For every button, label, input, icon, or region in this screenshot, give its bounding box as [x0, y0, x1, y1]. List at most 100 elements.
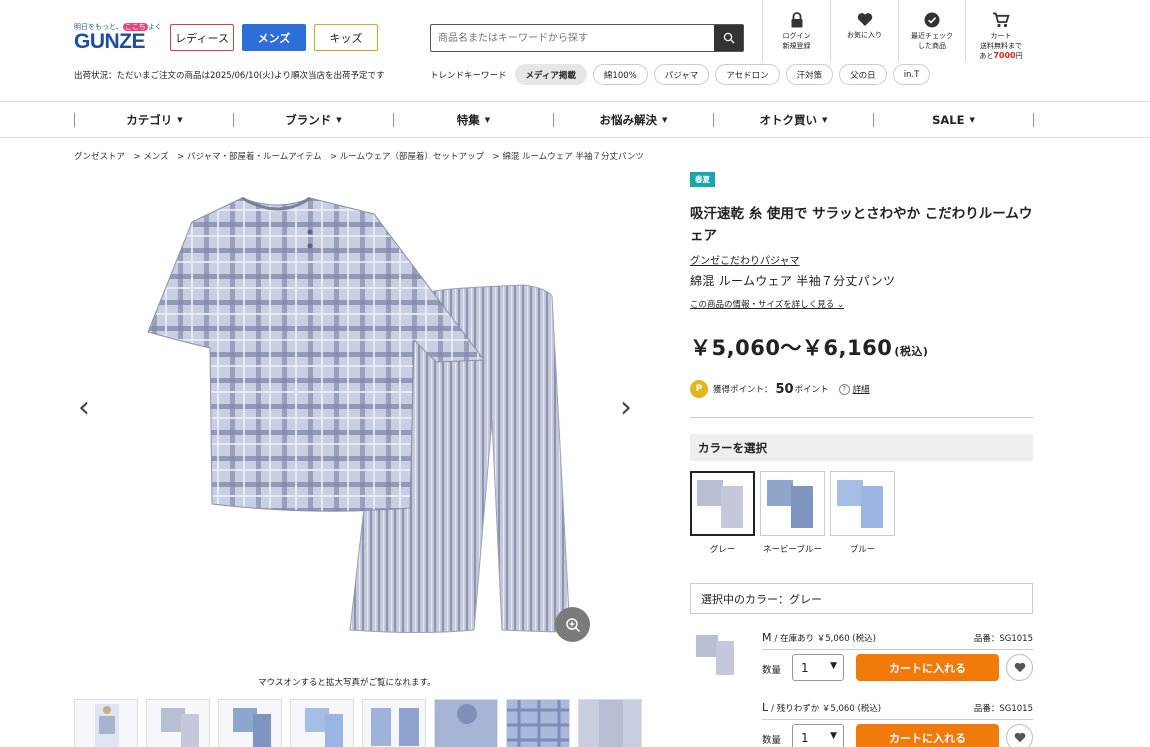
mens-tab-button[interactable]: メンズ	[242, 24, 306, 51]
search-icon	[723, 32, 734, 44]
season-badge: 春夏	[690, 172, 715, 187]
favorite-button[interactable]	[1006, 654, 1033, 681]
add-to-cart-button[interactable]: カートに入れる	[856, 654, 999, 681]
chevron-down-icon: ▼	[830, 731, 837, 741]
quantity-select[interactable]: 1 ▼	[792, 724, 844, 747]
nav-item-solutions[interactable]: お悩み解決 ▼	[554, 102, 713, 137]
trend-keyword[interactable]: メディア掲載	[514, 64, 587, 85]
prev-image-arrow[interactable]: ‹	[78, 390, 90, 425]
nav-item-category[interactable]: カテゴリ ▼	[75, 102, 234, 137]
breadcrumb[interactable]: グンゼストア > メンズ > パジャマ・部屋着・ルームアイテム > ルームウェア…	[74, 150, 644, 162]
points-icon: P	[690, 380, 708, 398]
divider	[690, 417, 1033, 418]
help-icon: ?	[838, 383, 850, 395]
search-box	[430, 24, 744, 52]
series-link[interactable]: グンゼこだわりパジャマ	[690, 252, 800, 267]
product-name: 綿混 ルームウェア 半袖７分丈パンツ	[690, 274, 896, 288]
product-title: 吸汗速乾 糸 使用で サラッとさわやか こだわりルームウェア	[690, 206, 1033, 244]
product-main-image[interactable]	[74, 170, 640, 664]
zoom-button[interactable]	[555, 607, 590, 642]
trend-keyword[interactable]: パジャマ	[653, 64, 710, 85]
recent-label-2: した商品	[918, 42, 946, 50]
points-value: 50	[775, 381, 794, 397]
heart-icon	[1014, 662, 1025, 673]
thumbnail[interactable]	[578, 699, 642, 747]
ladies-tab-button[interactable]: レディース	[170, 24, 234, 51]
search-input[interactable]	[431, 25, 714, 51]
next-image-arrow[interactable]: ›	[620, 390, 632, 425]
quantity-label: 数量	[762, 735, 782, 746]
thumbnail[interactable]	[506, 699, 570, 747]
favorites-button[interactable]: お気に入り	[830, 0, 898, 62]
cart-icon	[993, 12, 1010, 28]
free-shipping-text: 送料無料まで	[980, 42, 1022, 50]
login-button[interactable]: ログイン 新規登録	[762, 0, 830, 62]
trend-keyword[interactable]: in.T	[892, 64, 931, 85]
nav-divider	[1033, 113, 1034, 127]
zoom-in-icon	[565, 617, 580, 632]
thumbnail[interactable]	[74, 699, 138, 747]
heart-icon	[857, 13, 872, 26]
nav-item-deals[interactable]: オトク買い ▼	[714, 102, 873, 137]
divider	[762, 649, 1033, 650]
kids-tab-button[interactable]: キッズ	[314, 24, 378, 51]
points-detail-link[interactable]: 詳細	[853, 383, 870, 395]
color-swatch-blue[interactable]	[830, 471, 895, 536]
trend-keywords: トレンドキーワード メディア掲載 綿100% パジャマ アセドロン 汗対策 父の…	[430, 64, 931, 85]
thumbnail[interactable]	[218, 699, 282, 747]
nav-item-feature[interactable]: 特集 ▼	[394, 102, 553, 137]
favorite-button[interactable]	[1006, 724, 1033, 747]
free-shipping-remaining: あと7000円	[979, 51, 1023, 60]
recently-viewed-button[interactable]: 最近チェック した商品	[898, 0, 966, 62]
caret-down-icon: ▼	[969, 115, 975, 124]
login-label-1: ログイン	[782, 32, 811, 40]
cart-label: カート	[990, 32, 1012, 40]
trend-keyword[interactable]: 綿100%	[592, 64, 648, 85]
price-tax-label: (税込)	[894, 345, 929, 358]
divider	[762, 719, 1033, 720]
caret-down-icon: ▼	[336, 115, 342, 124]
lock-icon	[791, 12, 802, 28]
heart-icon	[1014, 732, 1025, 743]
shipping-status: 出荷状況：ただいまご注文の商品は2025/06/10(火)より順次当店を出荷予定…	[74, 71, 385, 81]
variant-size-stock: M / 在庫あり ￥5,060 (税込)	[762, 631, 876, 644]
gunze-logo[interactable]: 明日をもっと、 ここち よく GUNZE	[74, 22, 162, 53]
color-swatch-gray[interactable]	[690, 471, 755, 536]
thumbnail[interactable]	[362, 699, 426, 747]
points-unit: ポイント	[794, 385, 829, 395]
thumbnail[interactable]	[290, 699, 354, 747]
trend-label: トレンドキーワード	[430, 70, 507, 81]
caret-down-icon: ▼	[484, 115, 491, 124]
add-to-cart-button[interactable]: カートに入れる	[856, 724, 999, 747]
mouseover-hint: マウスオンすると拡大写真がご覧になれます。	[258, 678, 436, 688]
variant-sku: 品番：SG1015	[973, 634, 1033, 644]
quantity-select[interactable]: 1 ▼	[792, 654, 844, 681]
logo-text: GUNZE	[74, 30, 146, 53]
thumbnail[interactable]	[434, 699, 498, 747]
detail-link[interactable]: この商品の情報・サイズを詳しく見る ⌄	[690, 298, 844, 310]
color-swatch-navy-blue[interactable]	[760, 471, 825, 536]
search-button[interactable]	[714, 25, 743, 51]
nav-item-brand[interactable]: ブランド ▼	[234, 102, 393, 137]
login-label-2: 新規登録	[782, 42, 811, 50]
trend-keyword[interactable]: アセドロン	[715, 64, 780, 85]
color-label: ネービーブルー	[763, 545, 822, 555]
color-label: グレー	[709, 545, 736, 555]
recent-label-1: 最近チェック	[911, 32, 953, 40]
variant-sku: 品番：SG1015	[973, 704, 1033, 714]
trend-keyword[interactable]: 汗対策	[785, 64, 834, 85]
product-price: ￥5,060～￥6,160 (税込)	[690, 336, 929, 360]
nav-item-sale[interactable]: SALE ▼	[874, 102, 1033, 137]
thumbnail[interactable]	[146, 699, 210, 747]
caret-down-icon: ▼	[822, 115, 828, 124]
trend-keyword[interactable]: 父の日	[839, 64, 887, 85]
header-icons: ログイン 新規登録 お気に入り 最近チェック した商品	[762, 0, 966, 62]
cart-button[interactable]: カート 送料無料まで あと7000円	[974, 12, 1028, 61]
thumbnail-strip	[74, 699, 642, 747]
chevron-down-icon: ▼	[830, 661, 837, 671]
caret-down-icon: ▼	[177, 115, 183, 124]
check-circle-icon	[924, 12, 940, 28]
color-heading: カラーを選択	[690, 434, 1033, 461]
quantity-label: 数量	[762, 665, 782, 676]
product-page: 明日をもっと、 ここち よく GUNZE レディース メンズ キッズ 出荷状況：ただ…	[0, 0, 1150, 747]
